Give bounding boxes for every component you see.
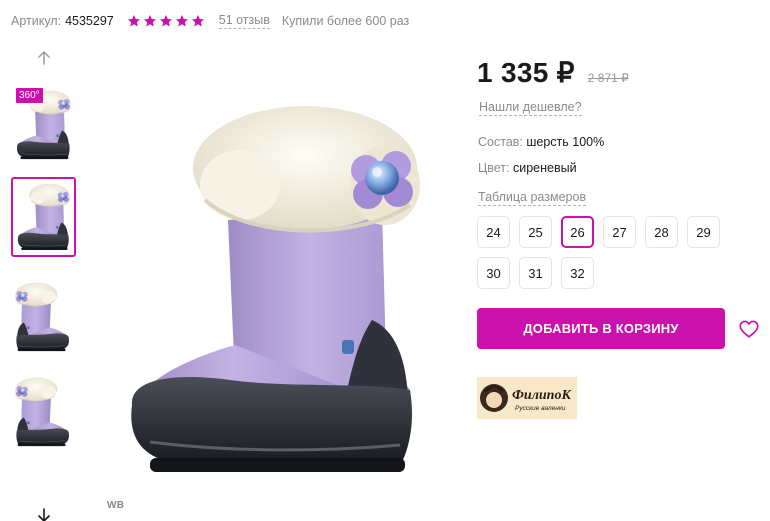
- boot-thumbnail-image: [14, 180, 72, 254]
- main-product-image[interactable]: [110, 90, 430, 490]
- thumbnails-down-button[interactable]: [34, 505, 54, 521]
- star-icon: [143, 14, 157, 28]
- color-row: Цвет: сиреневый: [478, 161, 577, 175]
- boot-thumbnail-image: [13, 279, 73, 355]
- size-button[interactable]: 26: [561, 216, 594, 248]
- heart-icon: [739, 320, 759, 338]
- star-icon: [175, 14, 189, 28]
- composition-value: шерсть 100%: [526, 135, 605, 149]
- size-button[interactable]: 31: [519, 257, 552, 289]
- rating-stars: [127, 14, 207, 28]
- price-block: 1 335 ₽ 2 871 ₽: [477, 56, 629, 89]
- star-icon: [127, 14, 141, 28]
- brand-logo-image: ФилипоК Русские валенки: [480, 384, 572, 412]
- add-to-cart-button[interactable]: ДОБАВИТЬ В КОРЗИНУ: [477, 308, 725, 349]
- star-icon: [191, 14, 205, 28]
- composition-label: Состав:: [478, 135, 523, 149]
- current-price: 1 335 ₽: [477, 57, 575, 88]
- brand-name: ФилипоК: [512, 388, 572, 403]
- reviews-link[interactable]: 51 отзыв: [218, 13, 270, 29]
- size-button[interactable]: 28: [645, 216, 678, 248]
- thumbnail-4[interactable]: [11, 372, 76, 452]
- composition-row: Состав: шерсть 100%: [478, 135, 604, 149]
- size-button[interactable]: 25: [519, 216, 552, 248]
- article-label: Артикул:: [11, 14, 62, 28]
- badge-360: 360°: [16, 88, 43, 103]
- star-icon: [159, 14, 173, 28]
- size-button[interactable]: 27: [603, 216, 636, 248]
- size-button[interactable]: 32: [561, 257, 594, 289]
- size-table-link[interactable]: Таблица размеров: [478, 190, 587, 206]
- brand-logo[interactable]: ФилипоК Русские валенки: [477, 377, 577, 419]
- purchase-count: Купили более 600 раз: [281, 14, 410, 28]
- boot-thumbnail-image: [13, 374, 73, 450]
- favorite-button[interactable]: [738, 318, 760, 340]
- thumbnail-2[interactable]: [11, 177, 76, 257]
- brand-tagline: Русские валенки: [515, 405, 566, 412]
- color-value: сиреневый: [512, 161, 577, 175]
- size-button[interactable]: 29: [687, 216, 720, 248]
- product-meta-row: Артикул: 4535297 51 отзыв Купили более 6…: [11, 12, 409, 30]
- thumbnail-3[interactable]: [11, 277, 76, 357]
- found-cheaper-link[interactable]: Нашли дешевле?: [479, 100, 582, 116]
- thumbnails-up-button[interactable]: [34, 48, 54, 68]
- size-button[interactable]: 30: [477, 257, 510, 289]
- watermark: WB: [107, 500, 125, 511]
- size-button[interactable]: 24: [477, 216, 510, 248]
- color-label: Цвет:: [478, 161, 510, 175]
- arrow-up-icon: [38, 51, 50, 65]
- old-price: 2 871 ₽: [587, 71, 629, 85]
- arrow-down-icon: [38, 508, 50, 521]
- article-number: 4535297: [65, 14, 114, 28]
